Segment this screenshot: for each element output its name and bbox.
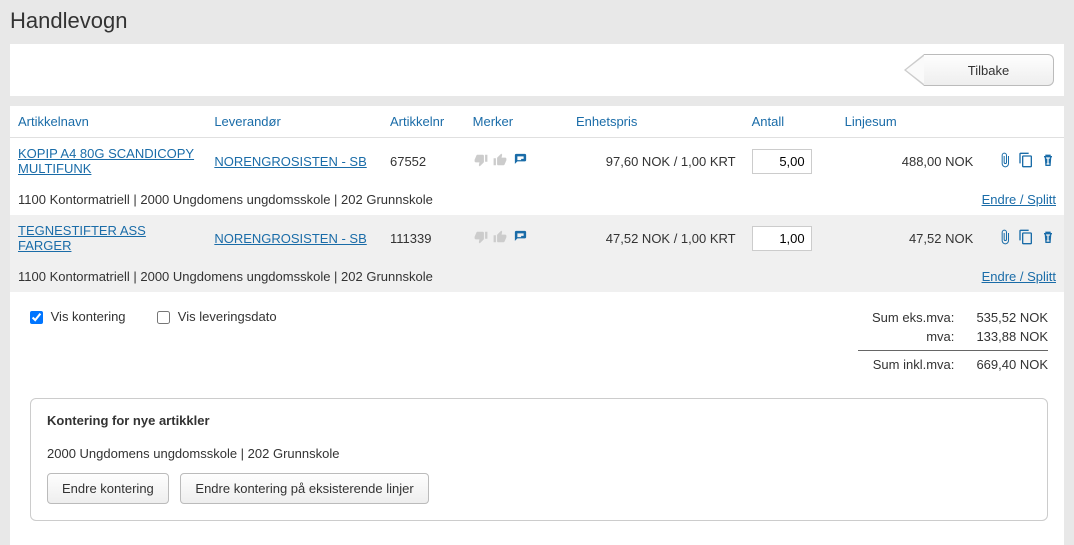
article-link[interactable]: TEGNESTIFTER ASS FARGER [18,223,146,253]
col-article-no[interactable]: Artikkelnr [382,106,465,138]
total-vat-label: mva: [926,329,954,344]
change-accounting-existing-button[interactable]: Endre kontering på eksisterende linjer [180,473,428,504]
total-exvat-value: 535,52 NOK [958,310,1048,325]
unit-price: 47,52 NOK / 1,00 KRT [568,215,744,261]
col-qty[interactable]: Antall [744,106,837,138]
show-accounting-input[interactable] [30,311,43,324]
totals: Sum eks.mva: 535,52 NOK mva: 133,88 NOK … [858,308,1048,374]
total-inclvat-value: 669,40 NOK [958,357,1048,372]
total-inclvat-label: Sum inkl.mva: [873,357,955,372]
edit-split-link[interactable]: Endre / Splitt [982,192,1056,207]
attach-icon[interactable] [997,152,1013,171]
col-tags[interactable]: Merker [465,106,568,138]
show-delivery-date-checkbox[interactable]: Vis leveringsdato [153,309,276,324]
unit-price: 97,60 NOK / 1,00 KRT [568,138,744,185]
cart-table: Artikkelnavn Leverandør Artikkelnr Merke… [10,106,1064,292]
col-unit-price[interactable]: Enhetspris [568,106,744,138]
line-sum: 488,00 NOK [837,138,982,185]
back-button-label: Tilbake [924,54,1054,86]
line-sum: 47,52 NOK [837,215,982,261]
qty-input[interactable] [752,149,812,174]
table-row: KOPIP A4 80G SCANDICOPY MULTIFUNK NORENG… [10,138,1064,185]
attach-icon[interactable] [997,229,1013,248]
copy-icon[interactable] [1018,229,1034,248]
supplier-link[interactable]: NORENGROSISTEN - SB [214,154,366,169]
total-vat-value: 133,88 NOK [958,329,1048,344]
note-icon[interactable] [513,152,528,170]
col-supplier[interactable]: Leverandør [206,106,382,138]
top-bar: Tilbake [10,44,1064,96]
article-no: 111339 [382,215,465,261]
kontering-title: Kontering for nye artikkler [47,413,1031,428]
trash-icon[interactable] [1040,152,1056,171]
chevron-left-icon [904,54,924,86]
supplier-link[interactable]: NORENGROSISTEN - SB [214,231,366,246]
table-row: TEGNESTIFTER ASS FARGER NORENGROSISTEN -… [10,215,1064,261]
show-delivery-date-input[interactable] [157,311,170,324]
show-accounting-label: Vis kontering [51,309,126,324]
col-line-sum[interactable]: Linjesum [837,106,982,138]
copy-icon[interactable] [1018,152,1034,171]
accounting-row: 1100 Kontormatriell | 2000 Ungdomens ung… [10,261,1064,292]
trash-icon[interactable] [1040,229,1056,248]
kontering-accounting: 2000 Ungdomens ungdomsskole | 202 Grunns… [47,446,1031,461]
thumb-down-icon[interactable] [474,230,488,247]
article-link[interactable]: KOPIP A4 80G SCANDICOPY MULTIFUNK [18,146,194,176]
article-no: 67552 [382,138,465,185]
kontering-box: Kontering for nye artikkler 2000 Ungdome… [30,398,1048,521]
show-accounting-checkbox[interactable]: Vis kontering [26,309,129,324]
bottom-panel: Vis kontering Vis leveringsdato Sum eks.… [10,292,1064,545]
col-article-name[interactable]: Artikkelnavn [10,106,206,138]
page-title: Handlevogn [10,8,1074,34]
edit-split-link[interactable]: Endre / Splitt [982,269,1056,284]
change-accounting-button[interactable]: Endre kontering [47,473,169,504]
thumb-up-icon[interactable] [493,230,507,247]
back-button[interactable]: Tilbake [904,54,1054,86]
total-exvat-label: Sum eks.mva: [872,310,954,325]
qty-input[interactable] [752,226,812,251]
accounting-row: 1100 Kontormatriell | 2000 Ungdomens ung… [10,184,1064,215]
accounting-text: 1100 Kontormatriell | 2000 Ungdomens ung… [18,192,433,207]
thumb-down-icon[interactable] [474,153,488,170]
show-delivery-date-label: Vis leveringsdato [178,309,277,324]
thumb-up-icon[interactable] [493,153,507,170]
note-icon[interactable] [513,229,528,247]
accounting-text: 1100 Kontormatriell | 2000 Ungdomens ung… [18,269,433,284]
